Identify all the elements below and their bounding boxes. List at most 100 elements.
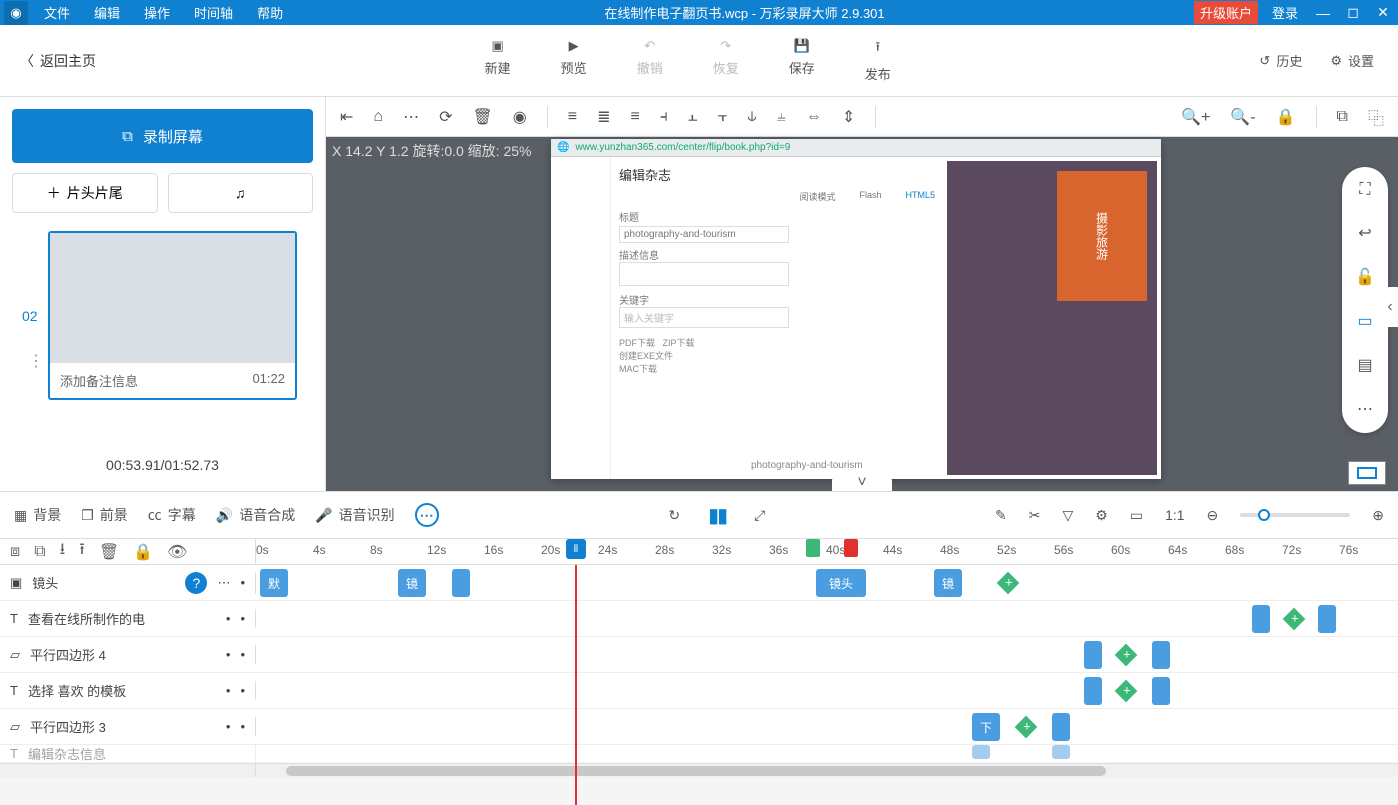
copy-icon[interactable]: ⧉	[1337, 108, 1348, 126]
filter-icon[interactable]: ▽	[1062, 507, 1073, 524]
add-audio-button[interactable]: ♫	[168, 173, 314, 213]
align-center-icon[interactable]: ⫠	[688, 108, 698, 126]
sliders-icon[interactable]: ⚙	[1095, 507, 1108, 524]
tab-tts[interactable]: 🔊语音合成	[216, 505, 295, 525]
tab-foreground[interactable]: ❐前景	[81, 505, 128, 525]
marker-green[interactable]	[806, 539, 820, 557]
save-button[interactable]: 💾保存	[789, 38, 815, 83]
scrollbar-thumb[interactable]	[286, 766, 1106, 776]
align-top-icon[interactable]: ≡	[568, 108, 577, 126]
focus-icon[interactable]: ◉	[513, 107, 527, 127]
marker-red[interactable]	[844, 539, 858, 557]
track-t1-body[interactable]	[256, 601, 1398, 636]
close-button[interactable]: ✕	[1368, 4, 1398, 21]
time-ruler[interactable]: 0s4s8s12s16s20s24s28s32s36s40s44s48s52s5…	[256, 539, 1398, 564]
add-folder-in-icon[interactable]: ⧈	[10, 543, 20, 561]
track-dot-icon[interactable]: •	[226, 647, 231, 662]
keyframe-t4[interactable]	[1015, 716, 1038, 739]
heads-tails-button[interactable]: ＋ 片头片尾	[12, 173, 158, 213]
zoom-out2-icon[interactable]: ⊖	[1207, 507, 1219, 524]
clip-t3-a[interactable]	[1084, 677, 1102, 705]
clip-shot-c[interactable]: 镜	[934, 569, 962, 597]
distribute-v-icon[interactable]: ⫨	[777, 108, 786, 126]
clip-t1-b[interactable]	[1318, 605, 1336, 633]
align-left-icon[interactable]: ⇤	[340, 107, 353, 127]
clip-card[interactable]: 02 添加备注信息 01:22	[48, 231, 297, 400]
clip-default[interactable]: 默	[260, 569, 288, 597]
more-dots-icon[interactable]: ⋮	[28, 351, 44, 371]
clip-t2-b[interactable]	[1152, 641, 1170, 669]
home-icon[interactable]: ⌂	[373, 108, 383, 126]
tab-subtitle[interactable]: ㏄字幕	[148, 505, 196, 525]
more-tabs-button[interactable]: ⋯	[415, 503, 439, 527]
clip-small-1[interactable]	[452, 569, 470, 597]
clip-t1-a[interactable]	[1252, 605, 1270, 633]
redo-button[interactable]: ↷恢复	[713, 38, 739, 83]
lock-icon[interactable]: 🔒	[1276, 107, 1296, 127]
canvas-preview-window[interactable]: 🌐 www.yunzhan365.com/center/flip/book.ph…	[551, 139, 1161, 479]
rectangle-icon[interactable]: ▭	[1357, 311, 1372, 331]
eye-icon[interactable]: 👁	[167, 542, 187, 562]
more-icon[interactable]: ⋯	[1357, 399, 1373, 419]
back-arrow-icon[interactable]: ↩	[1358, 223, 1371, 243]
unlock-icon[interactable]: 🔓	[1355, 267, 1375, 287]
clip-t4-b[interactable]	[1052, 713, 1070, 741]
clip-note-placeholder[interactable]: 添加备注信息	[60, 371, 138, 390]
zoom-slider[interactable]	[1240, 513, 1350, 517]
download-icon[interactable]: ⭳	[60, 538, 66, 565]
one-to-one-icon[interactable]: 1:1	[1165, 507, 1184, 523]
trash2-icon[interactable]: 🗑	[99, 542, 119, 562]
track-dot2-icon[interactable]: •	[240, 611, 245, 626]
align-bottom-icon[interactable]: ≡	[631, 108, 640, 126]
back-home-button[interactable]: 〈 返回主页	[0, 51, 116, 71]
clip-t2-a[interactable]	[1084, 641, 1102, 669]
login-button[interactable]: 登录	[1262, 3, 1308, 22]
zoom-in2-icon[interactable]: ⊕	[1372, 507, 1384, 524]
track-shot-body[interactable]: 默 镜 镜头 镜	[256, 565, 1398, 600]
track-dot2-icon[interactable]: •	[240, 683, 245, 698]
clip-t3-b[interactable]	[1152, 677, 1170, 705]
align-middle-icon[interactable]: ≣	[597, 107, 610, 127]
collapse-right-tab[interactable]: ‹	[1382, 287, 1398, 327]
clip-t5-b[interactable]	[1052, 745, 1070, 759]
menu-timeline[interactable]: 时间轴	[182, 3, 245, 22]
clip-shot-a[interactable]: 镜	[398, 569, 426, 597]
edit-icon[interactable]: ✎	[995, 507, 1007, 524]
track-dot-icon[interactable]: •	[240, 575, 245, 590]
track-dot-icon[interactable]: •	[226, 611, 231, 626]
rewind-history-icon[interactable]: ↻	[668, 507, 680, 524]
menu-operate[interactable]: 操作	[132, 3, 182, 22]
trash-icon[interactable]: 🗑	[472, 107, 492, 127]
caption-box-icon[interactable]: ▭	[1130, 507, 1143, 524]
track-dot2-icon[interactable]: •	[240, 647, 245, 662]
lock2-icon[interactable]: 🔒	[133, 542, 153, 562]
track-dot2-icon[interactable]: •	[240, 719, 245, 734]
tab-background[interactable]: ▦背景	[14, 505, 61, 525]
clip-shot-b[interactable]: 镜头	[816, 569, 866, 597]
keyframe-add-1[interactable]	[997, 572, 1020, 595]
timeline-scrollbar[interactable]	[0, 763, 1398, 777]
more-horizontal-icon[interactable]: ⋯	[403, 107, 419, 127]
publish-button[interactable]: ⭱发布	[865, 38, 891, 83]
keyframe-t3[interactable]	[1115, 680, 1138, 703]
new-button[interactable]: ▣新建	[485, 38, 511, 83]
upgrade-button[interactable]: 升级账户	[1194, 1, 1258, 24]
align-right-icon[interactable]: ⫟	[718, 108, 728, 126]
upload2-icon[interactable]: ⭱	[79, 538, 85, 565]
settings-button[interactable]: ⚙设置	[1330, 51, 1374, 70]
distribute-h-icon[interactable]: ⫝	[747, 108, 757, 126]
fullscreen-icon[interactable]: ⛶	[1359, 181, 1370, 199]
track-t4-body[interactable]: 下	[256, 709, 1398, 744]
add-folder-out-icon[interactable]: ⧉	[34, 543, 45, 561]
track-t5-body[interactable]	[256, 745, 1398, 762]
layers-icon[interactable]: ▤	[1357, 355, 1372, 375]
expand-icon[interactable]: ⤢	[754, 507, 765, 524]
help-icon[interactable]: ?	[185, 572, 207, 594]
clip-t4-a[interactable]: 下	[972, 713, 1000, 741]
zoom-out-icon[interactable]: 🔍-	[1230, 107, 1255, 127]
spacing-h-icon[interactable]: ⇔	[806, 108, 822, 126]
menu-file[interactable]: 文件	[32, 3, 82, 22]
pip-indicator[interactable]	[1348, 461, 1386, 485]
track-more-icon[interactable]: ⋯	[217, 575, 230, 591]
spacing-v-icon[interactable]: ⇕	[842, 107, 855, 127]
